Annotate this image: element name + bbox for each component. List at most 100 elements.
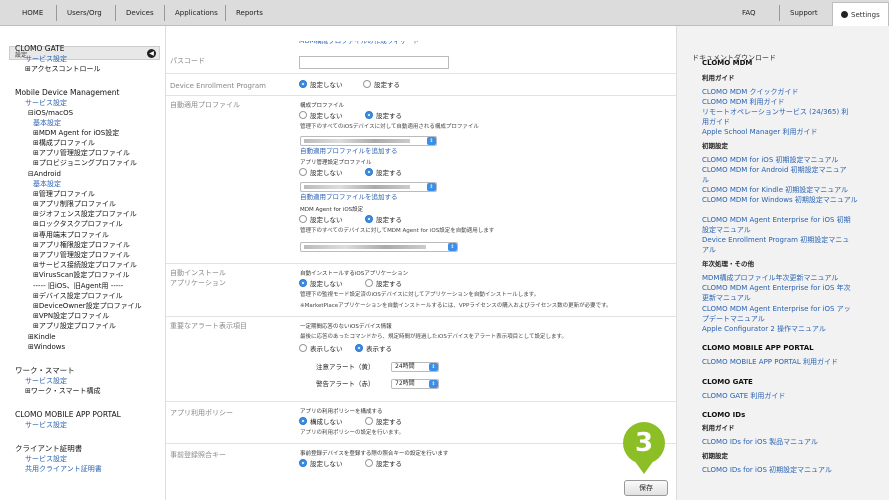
dep-radio-off[interactable]: 設定しない: [299, 80, 343, 90]
sidebar-item[interactable]: ⊞アプリ管理設定プロファイル: [33, 149, 130, 158]
sidebar-link[interactable]: サービス設定: [25, 455, 67, 464]
document-link[interactable]: CLOMO GATE 利用ガイド: [702, 391, 785, 401]
alert-radio-off[interactable]: 表示しない: [299, 344, 343, 354]
warning-alert-select[interactable]: 72時間 ⇕: [391, 379, 439, 389]
sidebar-item[interactable]: ⊟Android: [28, 170, 61, 179]
sidebar-item[interactable]: ⊞VirusScan設定プロファイル: [33, 271, 129, 280]
sidebar-item[interactable]: ----- 旧iOS、旧Agent用 -----: [33, 282, 123, 291]
document-link[interactable]: Apple Configurator 2 操作マニュアル: [702, 324, 826, 334]
sidebar-item[interactable]: ⊞Kindle: [28, 333, 56, 342]
sidebar-item[interactable]: ⊞アプリ権限設定プロファイル: [33, 241, 130, 250]
collapse-sidebar-icon[interactable]: ◀: [147, 49, 156, 58]
tab-settings[interactable]: Settings: [832, 2, 889, 26]
document-link[interactable]: CLOMO MOBILE APP PORTAL 利用ガイド: [702, 357, 838, 367]
agent-radio-off[interactable]: 設定しない: [299, 215, 343, 225]
nav-home[interactable]: HOME: [12, 5, 53, 21]
document-link[interactable]: ル: [702, 175, 709, 185]
profile-wizard-link[interactable]: MDM構成プロファイルの作成ウィザード: [299, 41, 419, 46]
app-profile-select[interactable]: ⇕: [300, 182, 437, 192]
prereg-radio-on[interactable]: 設定する: [365, 459, 402, 469]
add-config-profile-link[interactable]: 自動適用プロファイルを追加する: [300, 147, 398, 156]
nav-support[interactable]: Support: [779, 5, 828, 21]
passcode-input[interactable]: [299, 56, 449, 69]
caution-alert-select[interactable]: 24時間 ⇕: [391, 362, 439, 372]
sidebar-item[interactable]: ⊞アプリ設定プロファイル: [33, 322, 116, 331]
sidebar-item[interactable]: ⊞VPN設定プロファイル: [33, 312, 109, 321]
app-radio-on[interactable]: 設定する: [365, 168, 402, 178]
document-link[interactable]: Apple School Manager 利用ガイド: [702, 127, 818, 137]
agent-radio-on[interactable]: 設定する: [365, 215, 402, 225]
sidebar-item[interactable]: ⊞ワーク・スマート構成: [25, 387, 101, 396]
nav-faq[interactable]: FAQ: [732, 5, 766, 21]
document-link[interactable]: CLOMO MDM for Kindle 初期設定マニュアル: [702, 185, 848, 195]
sidebar-item[interactable]: ⊞DeviceOwner設定プロファイル: [33, 302, 142, 311]
agent-select[interactable]: ⇕: [300, 242, 458, 252]
document-link[interactable]: プデートマニュアル: [702, 314, 765, 324]
install-radio-off[interactable]: 設定しない: [299, 279, 343, 289]
document-link[interactable]: Device Enrollment Program 初期設定マニュ: [702, 235, 849, 245]
document-link[interactable]: CLOMO MDM Agent Enterprise for iOS 初期: [702, 215, 851, 225]
document-section-title: CLOMO MDM: [702, 59, 753, 67]
document-link[interactable]: MDM構成プロファイル年次更新マニュアル: [702, 273, 838, 283]
save-button[interactable]: 保存: [624, 480, 668, 496]
sidebar-item[interactable]: ⊞アプリ管理設定プロファイル: [33, 251, 130, 260]
document-link[interactable]: CLOMO MDM 利用ガイド: [702, 97, 785, 107]
sidebar-link[interactable]: 基本設定: [33, 180, 61, 189]
nav-users-org[interactable]: Users/Org: [56, 5, 112, 21]
prereg-opt1-label: 設定しない: [310, 460, 343, 468]
config-radio-on[interactable]: 設定する: [365, 111, 402, 121]
document-link[interactable]: CLOMO MDM for Windows 初期設定マニュアル: [702, 195, 858, 205]
config-radio-off[interactable]: 設定しない: [299, 111, 343, 121]
document-link[interactable]: 用ガイド: [702, 117, 730, 127]
top-navigation-bar: HOME Users/Org Devices Applications Repo…: [0, 0, 889, 26]
sidebar-link[interactable]: 共用クライアント証明書: [25, 465, 102, 474]
sidebar-item[interactable]: ⊞アプリ制限プロファイル: [33, 200, 116, 209]
document-link[interactable]: アル: [702, 245, 716, 255]
document-link[interactable]: CLOMO MDM for iOS 初期設定マニュアル: [702, 155, 838, 165]
document-link[interactable]: 更新マニュアル: [702, 293, 751, 303]
sidebar-item[interactable]: ⊞専用端末プロファイル: [33, 231, 109, 240]
document-link[interactable]: CLOMO MDM Agent Enterprise for iOS アッ: [702, 304, 851, 314]
alert-radio-on[interactable]: 表示する: [355, 344, 392, 354]
config-hint: 管理下のすべてのiOSデバイスに対して自動適用される構成プロファイル: [300, 124, 479, 130]
sidebar-item[interactable]: ⊞プロビジョニングプロファイル: [33, 159, 137, 168]
sidebar-item[interactable]: ⊞構成プロファイル: [33, 139, 95, 148]
sidebar-item[interactable]: ⊞Windows: [28, 343, 65, 352]
sidebar-item[interactable]: ⊞ロックタスクプロファイル: [33, 220, 123, 229]
document-link[interactable]: 設定マニュアル: [702, 225, 751, 235]
add-app-profile-link[interactable]: 自動適用プロファイルを追加する: [300, 193, 398, 202]
install-radio-on[interactable]: 設定する: [365, 279, 402, 289]
document-link[interactable]: CLOMO IDs for iOS 初期設定マニュアル: [702, 465, 832, 475]
sidebar-item[interactable]: ⊟iOS/macOS: [28, 109, 73, 118]
nav-reports[interactable]: Reports: [225, 5, 273, 21]
document-link[interactable]: リモートオペレーションサービス (24/365) 利: [702, 107, 848, 117]
dep-radio-on[interactable]: 設定する: [363, 80, 400, 90]
sidebar-item[interactable]: ⊞アクセスコントロール: [25, 65, 101, 74]
prereg-label: 事前登録照合キー: [170, 451, 226, 459]
policy-radio-off[interactable]: 構成しない: [299, 417, 343, 427]
sidebar-item[interactable]: ⊞サービス接続設定プロファイル: [33, 261, 137, 270]
prereg-radio-off[interactable]: 設定しない: [299, 459, 343, 469]
nav-devices[interactable]: Devices: [115, 5, 164, 21]
app-radio-off[interactable]: 設定しない: [299, 168, 343, 178]
sidebar-item[interactable]: ⊞管理プロファイル: [33, 190, 95, 199]
sidebar-link[interactable]: サービス設定: [25, 377, 67, 386]
document-link[interactable]: CLOMO MDM Agent Enterprise for iOS 年次: [702, 283, 851, 293]
sidebar-link[interactable]: 基本設定: [33, 119, 61, 128]
install-opt1-label: 設定しない: [310, 280, 343, 288]
sidebar-link[interactable]: サービス設定: [25, 421, 67, 430]
sidebar-item[interactable]: ⊞ジオフェンス設定プロファイル: [33, 210, 137, 219]
document-link[interactable]: CLOMO MDM for Android 初期設定マニュア: [702, 165, 847, 175]
config-profile-title: 構成プロファイル: [300, 103, 345, 109]
config-profile-select[interactable]: ⇕: [300, 136, 437, 146]
policy-radio-on[interactable]: 設定する: [365, 417, 402, 427]
sidebar-link[interactable]: サービス設定: [25, 55, 67, 64]
sidebar-item[interactable]: ⊞デバイス設定プロファイル: [33, 292, 123, 301]
document-link[interactable]: CLOMO MDM クイックガイド: [702, 87, 799, 97]
sidebar-link[interactable]: サービス設定: [25, 99, 67, 108]
prereg-opt2-label: 設定する: [376, 460, 402, 468]
document-link[interactable]: CLOMO IDs for iOS 製品マニュアル: [702, 437, 818, 447]
sidebar-item[interactable]: ⊞MDM Agent for iOS設定: [33, 129, 119, 138]
document-subsection-title: 利用ガイド: [702, 424, 735, 432]
nav-applications[interactable]: Applications: [164, 5, 228, 21]
